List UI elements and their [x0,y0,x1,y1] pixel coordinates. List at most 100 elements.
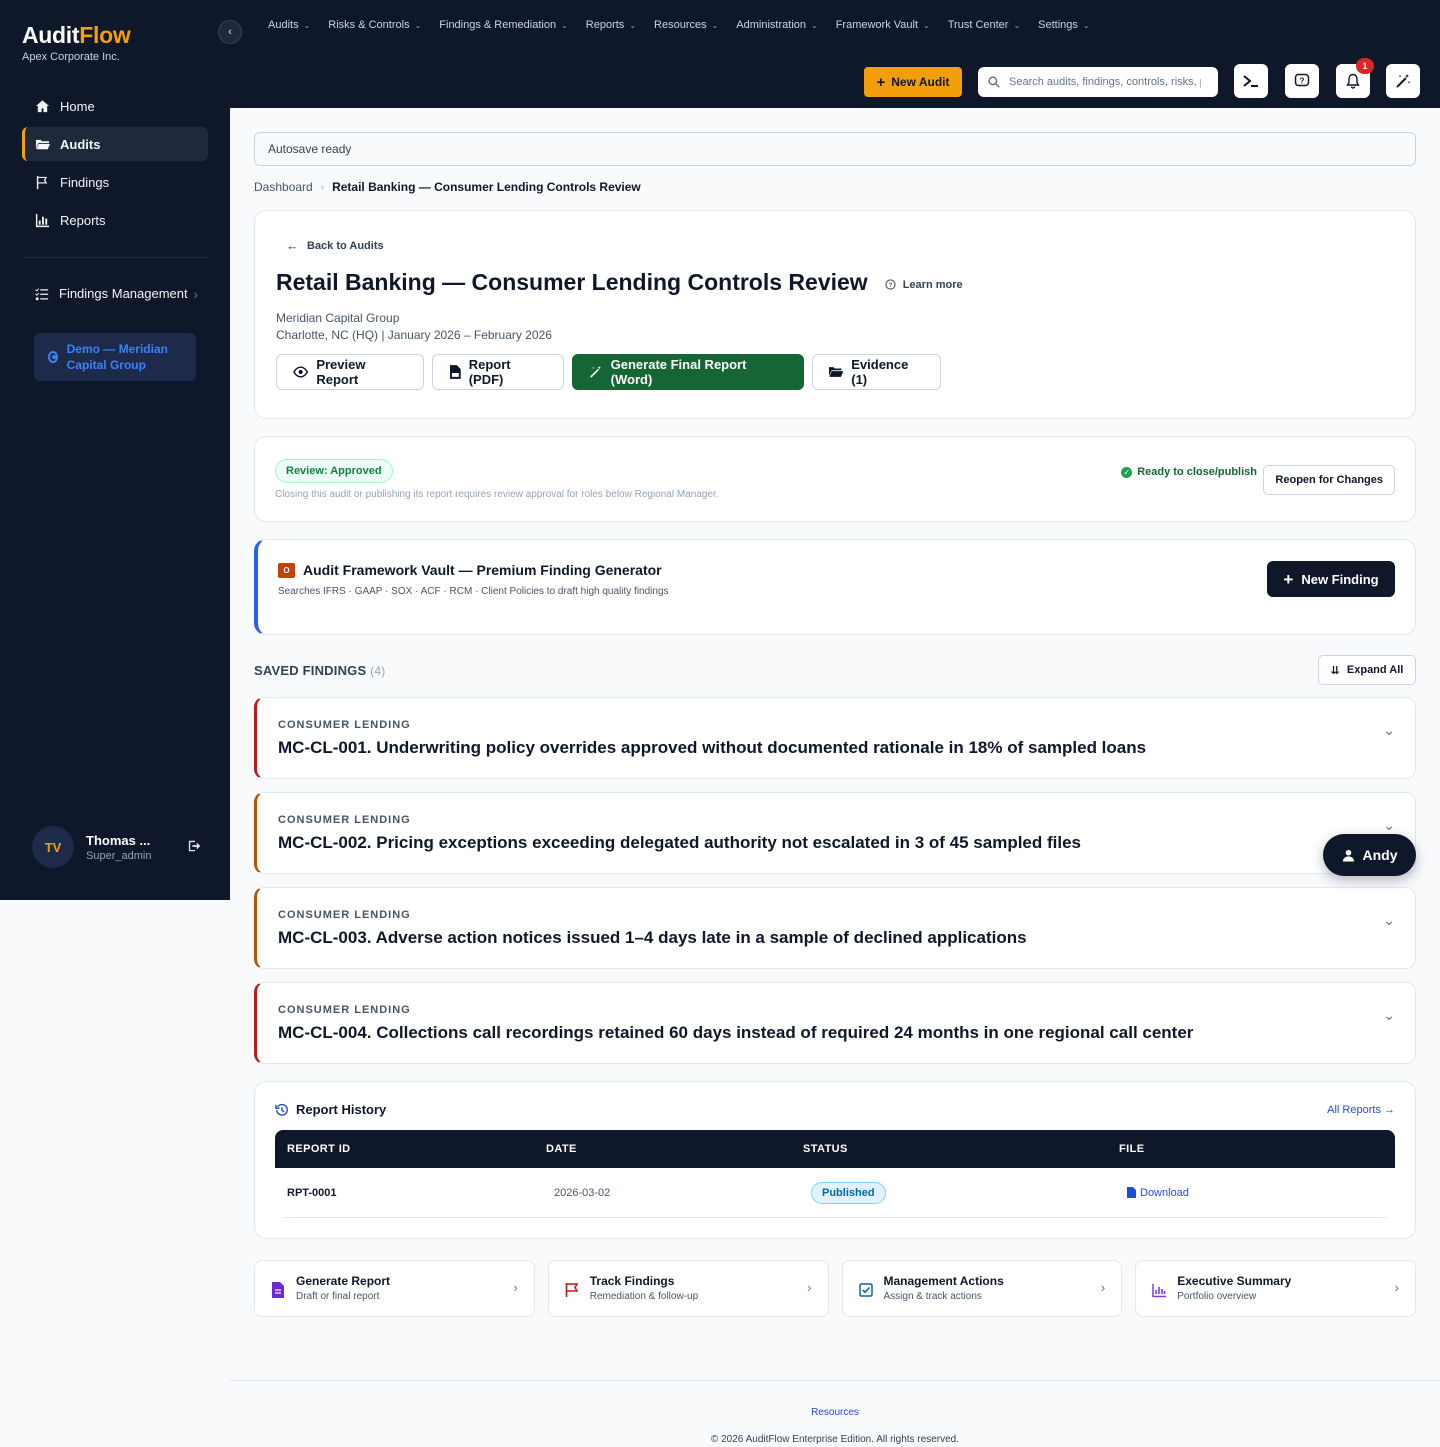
autosave-status: Autosave ready [254,132,1416,166]
footer-divider [230,1380,1440,1381]
terminal-button[interactable] [1234,64,1268,98]
evidence-button[interactable]: Evidence (1) [812,354,941,390]
sidebar-collapse-button[interactable]: ‹ [218,20,242,44]
all-reports-link[interactable]: All Reports → [1327,1104,1395,1116]
menu-risks-controls[interactable]: Risks & Controls ⌄ [328,19,421,31]
quick-link-subtitle: Portfolio overview [1177,1291,1257,1302]
report-date: 2026-03-02 [554,1186,611,1199]
menu-settings[interactable]: Settings ⌄ [1038,19,1089,31]
sidebar-item-audits[interactable]: Audits [22,127,208,161]
generate-final-report-button[interactable]: Generate Final Report (Word) [572,354,804,390]
ai-wand-button[interactable] [1386,64,1420,98]
quick-link-track-findings[interactable]: Track Findings Remediation & follow-up › [547,1260,829,1317]
sidebar-item-label: Audits [60,136,101,152]
quick-link-subtitle: Draft or final report [296,1291,380,1302]
quick-link-generate-report[interactable]: Generate Report Draft or final report › [254,1260,535,1317]
radio-dot-icon [48,351,58,363]
chevron-down-icon: ⌄ [711,20,719,30]
sidebar-item-label: Home [60,98,95,114]
history-icon [275,1103,288,1116]
search-icon [988,76,1000,88]
brand[interactable]: AuditFlow Apex Corporate Inc. [22,22,131,63]
chevron-down-icon[interactable]: ⌄ [1383,817,1395,834]
menu-trust-center[interactable]: Trust Center ⌄ [948,19,1020,31]
terminal-icon [1243,75,1258,87]
chevrons-down-icon: ⇊ [1330,664,1340,677]
download-link[interactable]: Download [1127,1187,1189,1199]
finding-category: CONSUMER LENDING [278,1004,411,1016]
demo-client-label: Demo — Meridian Capital Group [66,342,168,372]
quick-link-executive-summary[interactable]: Executive Summary Portfolio overview › [1135,1260,1416,1317]
menu-resources[interactable]: Resources ⌄ [654,19,718,31]
chevron-down-icon: ⌄ [303,20,311,30]
menu-audits[interactable]: Audits ⌄ [268,19,310,31]
demo-client-selector[interactable]: Demo — Meridian Capital Group [34,333,196,381]
org-name: Apex Corporate Inc. [22,51,120,63]
user-name: Thomas ... [86,832,151,848]
preview-report-button[interactable]: Preview Report [276,354,424,390]
reopen-for-changes-button[interactable]: Reopen for Changes [1263,465,1395,495]
breadcrumb-current: Retail Banking — Consumer Lending Contro… [332,180,641,194]
avatar: TV [32,826,74,868]
table-header: REPORT ID DATE STATUS FILE [275,1130,1395,1168]
expand-all-button[interactable]: ⇊ Expand All [1318,655,1416,685]
sidebar-item-home[interactable]: Home [22,89,208,123]
report-pdf-button[interactable]: Report (PDF) [432,354,564,390]
new-audit-button[interactable]: + New Audit [864,67,962,97]
saved-findings-header: SAVED FINDINGS (4) ⇊ Expand All [254,655,1416,685]
sidebar-item-findings-management[interactable]: Findings Management › [22,286,208,302]
chevron-right-icon: › [1100,1280,1106,1295]
notifications-button[interactable]: 1 [1336,58,1374,98]
arrow-left-icon: ← [286,238,299,253]
finding-card[interactable]: CONSUMER LENDING MC-CL-001. Underwriting… [254,697,1416,779]
chevron-down-icon[interactable]: ⌄ [1383,912,1395,929]
bell-icon [1346,73,1360,89]
back-to-audits-link[interactable]: ← Back to Audits [276,238,1394,253]
sidebar-item-findings[interactable]: Findings [22,165,208,199]
notification-count-badge: 1 [1356,58,1374,74]
audit-header-card: ← Back to Audits Retail Banking — Consum… [254,210,1416,419]
chevron-down-icon: ⌄ [1082,20,1090,30]
finding-card[interactable]: CONSUMER LENDING MC-CL-002. Pricing exce… [254,792,1416,874]
assistant-chat-button[interactable]: Andy [1323,834,1416,876]
menu-reports[interactable]: Reports ⌄ [586,19,636,31]
quick-link-title: Generate Report [296,1274,391,1288]
finding-title: MC-CL-003. Adverse action notices issued… [278,928,1027,947]
chevron-down-icon[interactable]: ⌄ [1383,1007,1395,1024]
learn-more-link[interactable]: ? Learn more [885,279,963,291]
search-input[interactable] [1009,76,1201,88]
help-button[interactable]: ? [1285,64,1319,98]
saved-findings-count: (4) [370,664,386,678]
logout-icon[interactable] [188,839,202,856]
finding-card[interactable]: CONSUMER LENDING MC-CL-004. Collections … [254,982,1416,1064]
status-cell: Published [811,1181,1127,1204]
breadcrumb: Dashboard › Retail Banking — Consumer Le… [254,180,1416,194]
chevron-left-icon: ‹ [228,26,232,38]
brand-logo: AuditFlow [22,22,131,48]
user-info: Thomas ... Super_admin [86,833,188,862]
footer-copyright: © 2026 AuditFlow Enterprise Edition. All… [710,1434,960,1445]
column-header: STATUS [803,1143,848,1155]
user-profile[interactable]: TV Thomas ... Super_admin [32,826,202,868]
breadcrumb-dashboard[interactable]: Dashboard [254,180,313,194]
quick-link-management-actions[interactable]: Management Actions Assign & track action… [841,1260,1123,1317]
menu-findings-remediation[interactable]: Findings & Remediation ⌄ [439,19,568,31]
finding-card[interactable]: CONSUMER LENDING MC-CL-003. Adverse acti… [254,887,1416,969]
global-search[interactable] [978,67,1218,97]
client-name: Meridian Capital Group [276,311,400,325]
menu-framework-vault[interactable]: Framework Vault ⌄ [836,19,930,31]
column-header: DATE [546,1143,577,1155]
checkbox-icon [858,1283,873,1297]
review-status-card: Review: Approved Closing this audit or p… [254,436,1416,522]
help-circle-icon: ? [885,279,896,290]
sidebar-item-label: Reports [60,212,106,228]
finding-title: MC-CL-002. Pricing exceptions exceeding … [278,833,1082,852]
sidebar-item-reports[interactable]: Reports [22,203,208,237]
chevron-down-icon[interactable]: ⌄ [1383,722,1395,739]
home-icon [35,99,50,112]
chevron-down-icon: ⌄ [414,20,422,30]
footer-resources-link[interactable]: Resources [230,1407,1440,1418]
menu-administration[interactable]: Administration ⌄ [736,19,817,31]
new-finding-button[interactable]: + New Finding [1267,561,1395,597]
svg-text:?: ? [888,282,892,289]
